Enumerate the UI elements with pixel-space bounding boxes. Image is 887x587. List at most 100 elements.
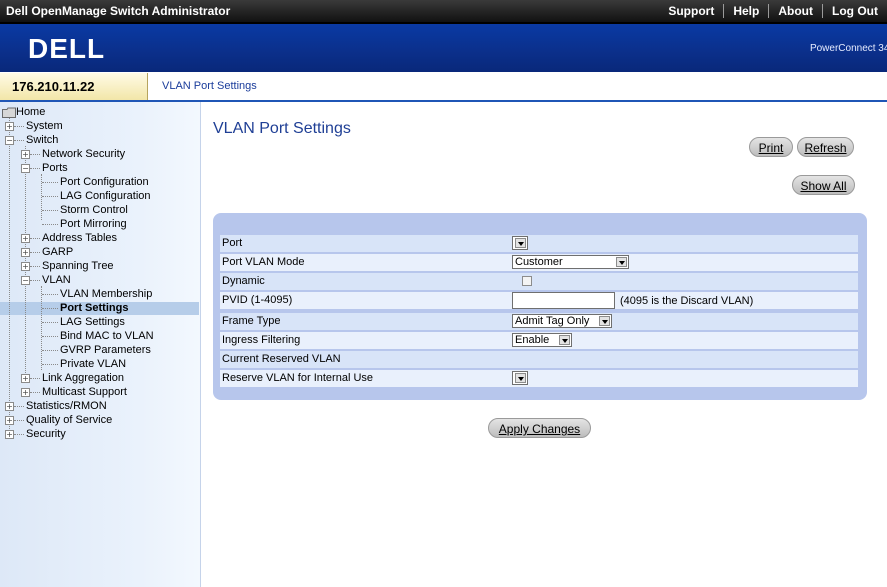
- frame-type-value: Admit Tag Only: [515, 315, 590, 327]
- expand-plus-icon[interactable]: +: [21, 150, 30, 159]
- dell-logo-text: DELL: [28, 33, 105, 63]
- tree-node-system[interactable]: + System: [0, 120, 200, 133]
- pvid-input[interactable]: [512, 292, 615, 309]
- reserve-vlan-select[interactable]: [512, 371, 528, 385]
- port-vlan-mode-select[interactable]: Customer: [512, 255, 629, 269]
- tree-node-garp[interactable]: + GARP: [0, 246, 200, 259]
- apply-changes-button[interactable]: Apply Changes: [488, 418, 591, 438]
- frame-type-label: Frame Type: [222, 315, 281, 327]
- expand-plus-icon[interactable]: +: [21, 388, 30, 397]
- top-bar: Dell OpenManage Switch Administrator Sup…: [0, 0, 887, 24]
- nav-vlan-label: VLAN: [42, 274, 71, 286]
- nav-network-security-label: Network Security: [42, 148, 126, 160]
- nav-quality-of-service-label: Quality of Service: [26, 414, 113, 426]
- nav-lag-settings-label: LAG Settings: [60, 316, 125, 328]
- top-links: Support Help About Log Out: [659, 0, 887, 22]
- pvid-note: (4095 is the Discard VLAN): [620, 295, 754, 307]
- tree-node-address-tables[interactable]: + Address Tables: [0, 232, 200, 245]
- tree-node-bind-mac-to-vlan[interactable]: Bind MAC to VLAN: [0, 330, 200, 343]
- collapse-minus-icon[interactable]: −: [21, 276, 30, 285]
- expand-plus-icon[interactable]: +: [21, 374, 30, 383]
- tree-node-port-settings[interactable]: Port Settings: [0, 302, 200, 315]
- nav-spanning-tree-label: Spanning Tree: [42, 260, 114, 272]
- port-select[interactable]: [512, 236, 528, 250]
- dropdown-arrow-icon: [616, 257, 627, 267]
- nav-home-label: Home: [16, 106, 46, 118]
- tree-node-security[interactable]: + Security: [0, 428, 200, 441]
- nav-port-mirroring-label: Port Mirroring: [60, 218, 127, 230]
- nav-multicast-support-label: Multicast Support: [42, 386, 127, 398]
- dynamic-checkbox[interactable]: [522, 276, 532, 286]
- expand-plus-icon[interactable]: +: [5, 416, 14, 425]
- brand-band: DELL PowerConnect 344: [0, 24, 887, 72]
- print-button[interactable]: Print: [749, 137, 793, 157]
- tree-node-ports[interactable]: − Ports: [0, 162, 200, 175]
- folder-icon: [2, 107, 16, 118]
- nav-port-configuration-label: Port Configuration: [60, 176, 149, 188]
- tree-node-vlan[interactable]: − VLAN: [0, 274, 200, 287]
- expand-plus-icon[interactable]: +: [5, 122, 14, 131]
- form-row-port-vlan-mode: Port VLAN Mode Customer: [220, 254, 858, 271]
- expand-plus-icon[interactable]: +: [21, 234, 30, 243]
- expand-plus-icon[interactable]: +: [21, 248, 30, 257]
- sidebar-nav-tree: Home + System − Switch + Network Securit…: [0, 102, 201, 587]
- tree-node-network-security[interactable]: + Network Security: [0, 148, 200, 161]
- model-name: PowerConnect 344: [809, 43, 887, 54]
- tree-node-vlan-membership[interactable]: VLAN Membership: [0, 288, 200, 301]
- port-label: Port: [222, 237, 243, 249]
- tree-node-port-mirroring[interactable]: Port Mirroring: [0, 218, 200, 231]
- tree-node-quality-of-service[interactable]: + Quality of Service: [0, 414, 200, 427]
- nav-address-tables-label: Address Tables: [42, 232, 118, 244]
- expand-plus-icon[interactable]: +: [5, 402, 14, 411]
- nav-switch-label: Switch: [26, 134, 59, 146]
- port-vlan-mode-label: Port VLAN Mode: [222, 256, 305, 268]
- form-row-frame-type: Frame Type Admit Tag Only: [220, 313, 858, 330]
- tree-node-spanning-tree[interactable]: + Spanning Tree: [0, 260, 200, 273]
- tree-node-statistics-rmon[interactable]: + Statistics/RMON: [0, 400, 200, 413]
- nav-storm-control-label: Storm Control: [60, 204, 128, 216]
- page-title: VLAN Port Settings: [213, 120, 351, 137]
- dropdown-arrow-icon: [599, 316, 610, 326]
- form-row-ingress-filtering: Ingress Filtering Enable: [220, 332, 858, 349]
- tree-node-lag-configuration[interactable]: LAG Configuration: [0, 190, 200, 203]
- help-link[interactable]: Help: [723, 4, 768, 18]
- device-ip: 176.210.11.22: [0, 73, 148, 100]
- expand-plus-icon[interactable]: +: [5, 430, 14, 439]
- form-row-current-reserved-vlan: Current Reserved VLAN: [220, 351, 858, 368]
- app-title: Dell OpenManage Switch Administrator: [6, 4, 231, 18]
- nav-bind-mac-to-vlan-label: Bind MAC to VLAN: [60, 330, 154, 342]
- expand-plus-icon[interactable]: +: [21, 262, 30, 271]
- frame-type-select[interactable]: Admit Tag Only: [512, 314, 612, 328]
- collapse-minus-icon[interactable]: −: [21, 164, 30, 173]
- current-reserved-vlan-label: Current Reserved VLAN: [222, 353, 341, 365]
- ingress-filtering-value: Enable: [515, 334, 550, 346]
- nav-system-label: System: [26, 120, 63, 132]
- dropdown-arrow-icon: [515, 238, 526, 248]
- nav-private-vlan-label: Private VLAN: [60, 358, 127, 370]
- ingress-filtering-label: Ingress Filtering: [222, 334, 301, 346]
- tree-node-link-aggregation[interactable]: + Link Aggregation: [0, 372, 200, 385]
- nav-gvrp-parameters-label: GVRP Parameters: [60, 344, 151, 356]
- ingress-filtering-select[interactable]: Enable: [512, 333, 572, 347]
- tree-node-switch[interactable]: − Switch: [0, 134, 200, 147]
- collapse-minus-icon[interactable]: −: [5, 136, 14, 145]
- support-link[interactable]: Support: [659, 4, 723, 18]
- show-all-button[interactable]: Show All: [792, 175, 855, 195]
- tree-node-gvrp-parameters[interactable]: GVRP Parameters: [0, 344, 200, 357]
- tree-node-lag-settings[interactable]: LAG Settings: [0, 316, 200, 329]
- logout-link[interactable]: Log Out: [822, 4, 887, 18]
- reserve-vlan-label: Reserve VLAN for Internal Use: [222, 372, 374, 384]
- settings-panel: Port Port VLAN Mode Customer Dynamic PVI…: [213, 213, 867, 400]
- nav-vlan-membership-label: VLAN Membership: [60, 288, 153, 300]
- tree-node-multicast-support[interactable]: + Multicast Support: [0, 386, 200, 399]
- pvid-label: PVID (1-4095): [222, 294, 293, 306]
- refresh-button[interactable]: Refresh: [797, 137, 854, 157]
- address-bar: 176.210.11.22 VLAN Port Settings: [0, 73, 887, 102]
- nav-lag-configuration-label: LAG Configuration: [60, 190, 151, 202]
- about-link[interactable]: About: [768, 4, 822, 18]
- tree-node-port-configuration[interactable]: Port Configuration: [0, 176, 200, 189]
- tree-node-private-vlan[interactable]: Private VLAN: [0, 358, 200, 371]
- port-vlan-mode-value: Customer: [515, 256, 563, 268]
- dynamic-label: Dynamic: [222, 275, 265, 287]
- tree-node-storm-control[interactable]: Storm Control: [0, 204, 200, 217]
